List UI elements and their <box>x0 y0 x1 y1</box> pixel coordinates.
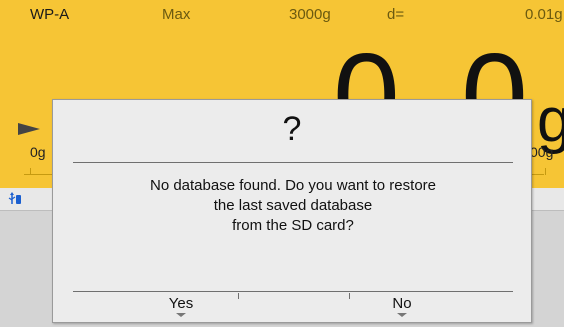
chevron-down-icon <box>176 313 186 317</box>
button-bar-divider <box>73 291 513 292</box>
division-value: 0.01g <box>525 6 563 23</box>
dialog-message-line: No database found. Do you want to restor… <box>149 177 436 194</box>
usb-icon <box>8 192 21 204</box>
scale-tick <box>545 168 546 175</box>
no-button-label: No <box>392 295 412 312</box>
dialog-divider <box>73 162 513 163</box>
dialog-message-line: from the SD card? <box>232 217 354 234</box>
scale-min-label: 0g <box>30 144 46 160</box>
dialog-message: No database found. Do you want to restor… <box>93 176 493 236</box>
scale-max-label: 00g <box>530 144 554 160</box>
restore-database-dialog: ? No database found. Do you want to rest… <box>52 99 532 323</box>
capacity-value: 3000g <box>289 6 331 23</box>
division-label: d= <box>387 6 405 23</box>
max-label: Max <box>162 6 191 23</box>
arrow-left-icon <box>18 123 40 135</box>
model-label: WP-A <box>30 6 70 23</box>
weight-unit: g <box>537 86 564 155</box>
scale-tick <box>30 168 31 175</box>
dialog-title: ? <box>282 110 302 148</box>
yes-button[interactable]: Yes <box>121 293 241 319</box>
status-bar: WP-A Max 3000g d= 0.01g <box>0 0 564 28</box>
yes-button-label: Yes <box>168 295 194 312</box>
chevron-down-icon <box>397 313 407 317</box>
dialog-message-line: the last saved database <box>213 197 373 214</box>
scale-screen: WP-A Max 3000g d= 0.01g 0.0 g 0g 00g ? N… <box>0 0 564 327</box>
no-button[interactable]: No <box>342 293 462 319</box>
